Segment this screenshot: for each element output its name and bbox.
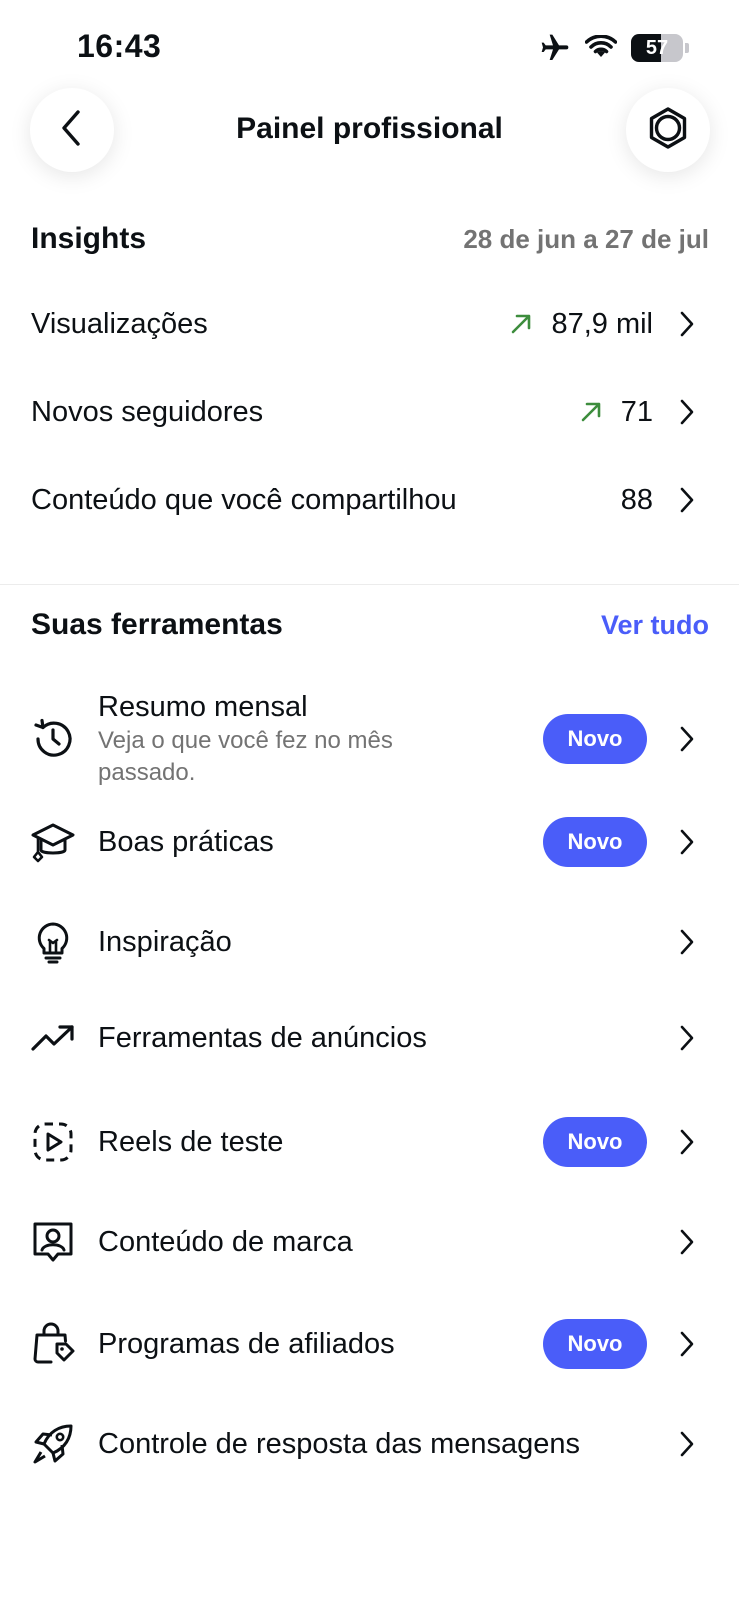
metric-label: Novos seguidores	[31, 395, 264, 428]
branded-content-icon	[30, 1219, 76, 1265]
metric-label: Visualizações	[31, 307, 208, 340]
battery-cap	[685, 43, 689, 53]
chevron-right-icon	[679, 1128, 695, 1156]
tool-label: Conteúdo de marca	[98, 1226, 353, 1258]
rocket-icon	[30, 1421, 76, 1467]
tool-row-trial-reels[interactable]: Reels de teste Novo	[30, 1112, 695, 1172]
metric-label: Conteúdo que você compartilhou	[31, 483, 457, 516]
tool-row-branded-content[interactable]: Conteúdo de marca	[30, 1212, 695, 1272]
section-divider	[0, 584, 739, 585]
trend-up-icon	[509, 312, 533, 336]
tool-text: Boas práticas	[98, 824, 543, 860]
tool-label: Reels de teste	[98, 1126, 284, 1158]
status-icons: 57	[539, 32, 689, 64]
tool-text: Inspiração	[98, 924, 679, 960]
metric-value: 71	[620, 395, 653, 428]
tool-text: Programas de afiliados	[98, 1326, 543, 1362]
tool-row-ad-tools[interactable]: Ferramentas de anúncios	[30, 1008, 695, 1068]
metric-row-views[interactable]: Visualizações 87,9 mil	[31, 294, 695, 354]
chevron-right-icon	[679, 310, 695, 338]
tools-title: Suas ferramentas	[31, 608, 283, 641]
chevron-right-icon	[679, 1430, 695, 1458]
settings-button[interactable]	[626, 88, 710, 172]
tool-text: Reels de teste	[98, 1124, 543, 1160]
metric-row-shared-content[interactable]: Conteúdo que você compartilhou 88	[31, 470, 695, 530]
metric-value: 88	[620, 483, 653, 516]
tool-label: Controle de resposta das mensagens	[98, 1428, 581, 1460]
gear-icon	[646, 106, 690, 155]
trending-up-icon	[30, 1015, 76, 1061]
chevron-right-icon	[679, 1024, 695, 1052]
new-badge: Novo	[543, 714, 647, 764]
new-badge: Novo	[543, 817, 647, 867]
battery-level: 57	[645, 37, 669, 59]
battery-icon: 57	[631, 34, 683, 62]
tool-row-best-practices[interactable]: Boas práticas Novo	[30, 812, 695, 872]
professional-dashboard-screen: 16:43 57 Painel profissional Insights 28…	[0, 0, 739, 1600]
status-bar: 16:43 57	[0, 0, 739, 96]
tool-text: Ferramentas de anúncios	[98, 1020, 679, 1056]
tool-row-monthly-summary[interactable]: Resumo mensal Veja o que você fez no mês…	[30, 690, 695, 788]
tool-label: Resumo mensal	[98, 691, 308, 723]
tool-row-inspiration[interactable]: Inspiração	[30, 912, 695, 972]
tool-label: Inspiração	[98, 926, 232, 958]
tool-label: Ferramentas de anúncios	[98, 1022, 427, 1054]
wifi-icon	[585, 35, 617, 61]
reels-test-icon	[30, 1119, 76, 1165]
insights-title: Insights	[31, 222, 147, 255]
chevron-right-icon	[679, 398, 695, 426]
tool-label: Programas de afiliados	[98, 1328, 395, 1360]
chevron-right-icon	[679, 928, 695, 956]
date-range: 28 de jun a 27 de jul	[463, 224, 709, 254]
chevron-right-icon	[679, 725, 695, 753]
insights-header: Insights 28 de jun a 27 de jul	[31, 222, 709, 256]
history-icon	[30, 716, 76, 762]
airplane-icon	[539, 32, 571, 64]
tool-row-affiliate-programs[interactable]: Programas de afiliados Novo	[30, 1314, 695, 1374]
header: Painel profissional	[0, 88, 739, 172]
metric-value: 87,9 mil	[551, 307, 653, 340]
chevron-right-icon	[679, 828, 695, 856]
chevron-right-icon	[679, 1228, 695, 1256]
new-badge: Novo	[543, 1117, 647, 1167]
tool-text: Controle de resposta das mensagens	[98, 1426, 679, 1462]
trend-up-icon	[579, 400, 603, 424]
tool-text: Resumo mensal Veja o que você fez no mês…	[98, 689, 543, 789]
tools-header: Suas ferramentas Ver tudo	[31, 608, 709, 642]
tool-row-message-response-control[interactable]: Controle de resposta das mensagens	[30, 1414, 695, 1474]
tool-text: Conteúdo de marca	[98, 1224, 679, 1260]
metric-row-new-followers[interactable]: Novos seguidores 71	[31, 382, 695, 442]
tool-subtitle: Veja o que você fez no mês passado.	[98, 727, 393, 786]
see-all-link[interactable]: Ver tudo	[601, 610, 709, 641]
tool-label: Boas práticas	[98, 826, 274, 858]
graduation-cap-icon	[30, 819, 76, 865]
status-time: 16:43	[77, 28, 162, 64]
lightbulb-icon	[30, 919, 76, 965]
chevron-right-icon	[679, 1330, 695, 1358]
new-badge: Novo	[543, 1319, 647, 1369]
chevron-right-icon	[679, 486, 695, 514]
shopping-bag-tag-icon	[30, 1321, 76, 1367]
